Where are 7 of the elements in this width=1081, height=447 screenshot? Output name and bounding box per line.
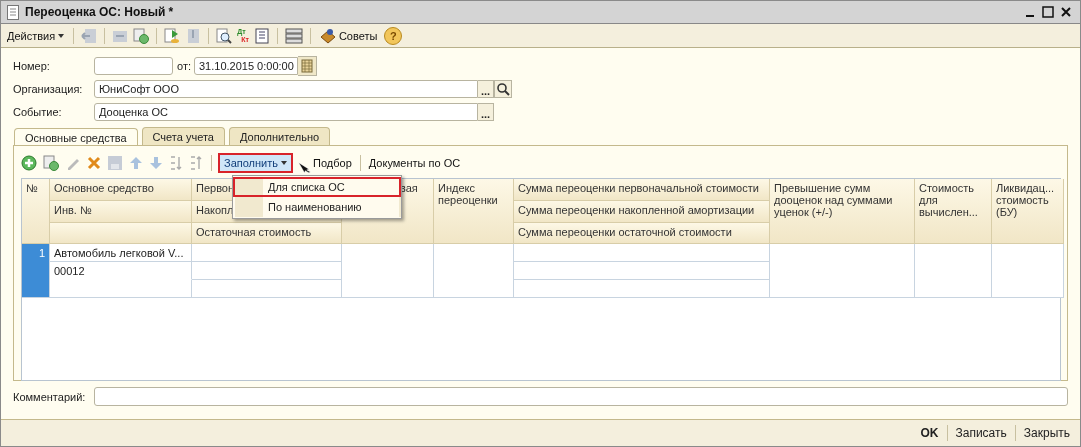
field-label: Номер: bbox=[13, 60, 51, 72]
field-label: от: bbox=[177, 60, 191, 72]
table-cell: Автомобиль легковой V... bbox=[50, 244, 192, 262]
field-label: Комментарий: bbox=[13, 390, 87, 403]
window-title: Переоценка ОС: Новый * bbox=[25, 5, 174, 19]
field-label: Событие: bbox=[13, 106, 63, 118]
field-label: Организация: bbox=[13, 83, 84, 95]
